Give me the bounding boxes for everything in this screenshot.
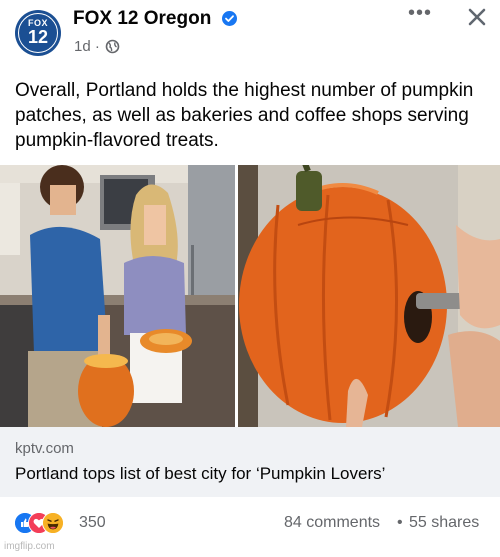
post-timestamp[interactable]: 1d · [74,38,100,55]
stats-separator: • [397,514,403,531]
link-title[interactable]: Portland tops list of best city for ‘Pum… [15,464,495,484]
link-preview[interactable]: kptv.com Portland tops list of best city… [0,427,500,497]
post-image-kitchen[interactable] [0,165,235,427]
globe-icon [105,39,120,54]
avatar-logo-bottom: 12 [27,27,49,47]
post-image-collage[interactable] [0,165,500,427]
page-avatar[interactable]: FOX 12 [15,10,61,56]
post-header: FOX 12 FOX 12 Oregon 1d · ••• [0,0,500,62]
comments-count-link[interactable]: 84 comments [284,514,380,532]
reaction-count[interactable]: 350 [79,514,106,532]
page-name-link[interactable]: FOX 12 Oregon [73,8,211,30]
verified-badge-icon [222,11,237,26]
watermark: imgflip.com [4,541,55,552]
haha-reaction-icon [42,512,64,534]
shares-count-link[interactable]: 55 shares [409,514,479,532]
close-icon[interactable] [466,6,488,28]
post-image-pumpkin-carving[interactable] [238,165,500,427]
more-options-icon[interactable]: ••• [406,3,434,26]
link-domain: kptv.com [15,440,74,457]
post-body-text: Overall, Portland holds the highest numb… [15,80,474,151]
reactions-summary[interactable] [14,512,80,534]
